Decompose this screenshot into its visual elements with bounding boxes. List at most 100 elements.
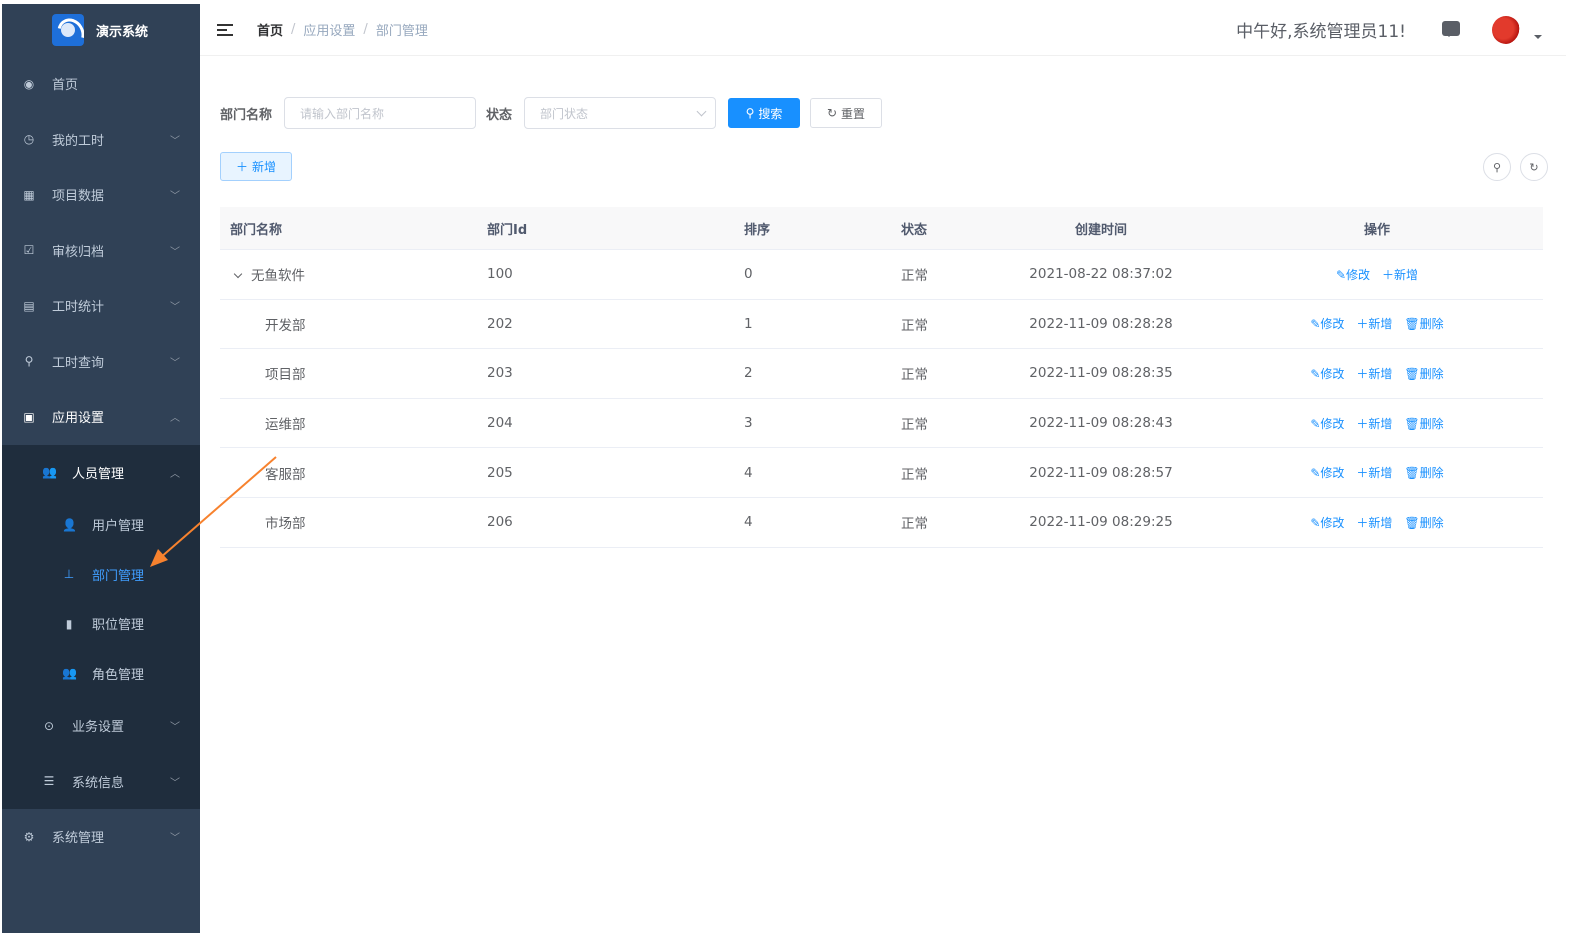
delete-button[interactable]: 🗑删除 xyxy=(1404,514,1443,531)
chevron-down-icon: ﹀ xyxy=(170,135,180,147)
add-label: 新增 xyxy=(1368,317,1393,332)
sidebar-item-my-hours[interactable]: ◷ 我的工时 ﹀ xyxy=(2,112,200,168)
cell-status: 正常 xyxy=(901,317,928,334)
sidebar-item-hour-query[interactable]: ⚲ 工时查询 ﹀ xyxy=(2,334,200,390)
search-button[interactable]: ⚲ 搜索 xyxy=(728,98,801,128)
edit-label: 修改 xyxy=(1320,416,1345,431)
sidebar-item-system[interactable]: ⚙ 系统管理 ﹀ xyxy=(2,809,200,865)
post-icon: ▮ xyxy=(65,616,73,631)
add-child-button[interactable]: ＋新增 xyxy=(1356,514,1392,531)
cell-time: 2022-11-09 08:28:28 xyxy=(1029,315,1173,332)
edit-icon: ✎ xyxy=(1310,466,1321,481)
sidebar-item-people[interactable]: 👥 人员管理 ︿ xyxy=(2,444,200,500)
reset-button[interactable]: ↻ 重置 xyxy=(810,98,883,128)
edit-button[interactable]: ✎修改 xyxy=(1310,464,1344,481)
cell-sort: 1 xyxy=(744,315,753,332)
add-label: 新增 xyxy=(1368,366,1393,381)
chevron-down-icon: ﹀ xyxy=(170,833,180,845)
add-button[interactable]: ＋ 新增 xyxy=(220,152,292,181)
trash-icon: 🗑 xyxy=(1404,515,1420,530)
edit-icon: ✎ xyxy=(1310,317,1321,332)
table-row: 市场部 206 4 正常 2022-11-09 08:29:25 ✎修改 ＋新增… xyxy=(220,498,1543,548)
hamburger-icon[interactable] xyxy=(217,23,233,36)
chevron-down-icon: ﹀ xyxy=(170,246,180,258)
dept-name-input[interactable]: 请输入部门名称 xyxy=(284,97,477,129)
cell-sort: 4 xyxy=(744,464,753,481)
submenu-app-settings: 👥 人员管理 ︿ 👤 用户管理 ⊥ 部门管理 ▮ 职位管理 👥 角色管理 ⊙ 业… xyxy=(2,444,200,809)
cell-name: 开发部 xyxy=(265,317,306,334)
delete-button[interactable]: 🗑删除 xyxy=(1404,464,1443,481)
cell-time: 2022-11-09 08:28:57 xyxy=(1029,464,1173,481)
logo-icon xyxy=(52,14,84,46)
department-table: 部门名称 部门Id 排序 状态 创建时间 操作 无鱼软件 100 0 正常 20… xyxy=(220,207,1543,548)
edit-label: 修改 xyxy=(1320,366,1345,381)
edit-button[interactable]: ✎修改 xyxy=(1310,415,1344,432)
status-select[interactable]: 部门状态 xyxy=(524,97,717,129)
refresh-button[interactable]: ↻ xyxy=(1520,153,1548,181)
navbar: 首页 / 应用设置 / 部门管理 中午好,系统管理员11! xyxy=(200,4,1566,56)
chevron-down-icon xyxy=(696,106,707,117)
sidebar-item-departments[interactable]: ⊥ 部门管理 xyxy=(2,549,200,599)
breadcrumb: 首页 / 应用设置 / 部门管理 xyxy=(257,20,428,39)
sidebar-item-home[interactable]: ◉ 首页 xyxy=(2,56,200,112)
sidebar-item-audit[interactable]: ☑ 审核归档 ﹀ xyxy=(2,223,200,279)
sidebar-item-label: 系统管理 xyxy=(52,831,105,847)
sidebar-item-hour-stats[interactable]: ▤ 工时统计 ﹀ xyxy=(2,278,200,334)
plus-icon: ＋ xyxy=(1356,317,1369,332)
cell-ops: ✎修改 ＋新增 🗑删除 xyxy=(1211,315,1543,332)
cell-sort: 2 xyxy=(744,365,753,382)
edit-button[interactable]: ✎修改 xyxy=(1310,514,1344,531)
expand-icon[interactable] xyxy=(233,270,243,279)
add-child-button[interactable]: ＋新增 xyxy=(1356,415,1392,432)
cell-name: 项目部 xyxy=(265,367,306,384)
cell-status: 正常 xyxy=(901,268,928,285)
sidebar-item-project-data[interactable]: ▦ 项目数据 ﹀ xyxy=(2,167,200,223)
edit-button[interactable]: ✎修改 xyxy=(1310,315,1344,332)
delete-button[interactable]: 🗑删除 xyxy=(1404,415,1443,432)
cell-id: 202 xyxy=(487,315,513,332)
add-label: 新增 xyxy=(1368,416,1393,431)
sidebar-item-sysinfo[interactable]: ☰ 系统信息 ﹀ xyxy=(2,753,200,809)
checkbox-icon: ☑ xyxy=(23,243,35,258)
edit-label: 修改 xyxy=(1346,267,1371,282)
add-label: 新增 xyxy=(1368,515,1393,530)
sidebar-item-app-settings[interactable]: ▣ 应用设置 ︿ xyxy=(2,389,200,445)
toggle-search-button[interactable]: ⚲ xyxy=(1483,153,1511,181)
cell-time: 2021-08-22 08:37:02 xyxy=(1029,266,1173,283)
search-icon: ⚲ xyxy=(745,106,755,120)
sidebar-item-label: 工时查询 xyxy=(52,355,105,371)
caret-down-icon[interactable] xyxy=(1534,35,1542,43)
add-child-button[interactable]: ＋新增 xyxy=(1356,365,1392,382)
header-create-time: 创建时间 xyxy=(1074,222,1127,238)
chart-icon: ▤ xyxy=(23,298,35,313)
breadcrumb-app-settings[interactable]: 应用设置 xyxy=(303,20,355,39)
delete-button[interactable]: 🗑删除 xyxy=(1404,365,1443,382)
delete-label: 删除 xyxy=(1419,317,1444,332)
sidebar-item-label: 部门管理 xyxy=(92,568,145,584)
dept-name: 无鱼软件 xyxy=(251,268,305,285)
message-icon[interactable] xyxy=(1442,21,1460,37)
status-label: 状态 xyxy=(486,107,513,123)
header-dept-id: 部门Id xyxy=(487,222,528,238)
delete-button[interactable]: 🗑删除 xyxy=(1404,315,1443,332)
add-child-button[interactable]: ＋新增 xyxy=(1356,464,1392,481)
logo[interactable]: 演示系统 xyxy=(2,4,200,56)
add-child-button[interactable]: ＋新增 xyxy=(1356,315,1392,332)
cell-id: 205 xyxy=(487,464,513,481)
add-child-button[interactable]: ＋新增 xyxy=(1382,266,1418,283)
chevron-down-icon: ﹀ xyxy=(170,302,180,314)
sidebar-item-users[interactable]: 👤 用户管理 xyxy=(2,500,200,550)
sidebar-item-roles[interactable]: 👥 角色管理 xyxy=(2,648,200,698)
avatar[interactable] xyxy=(1492,16,1520,44)
sidebar-item-label: 用户管理 xyxy=(92,519,145,535)
delete-label: 删除 xyxy=(1419,416,1444,431)
edit-label: 修改 xyxy=(1320,317,1345,332)
edit-button[interactable]: ✎修改 xyxy=(1310,365,1344,382)
sidebar-item-label: 项目数据 xyxy=(52,189,105,205)
sidebar-item-posts[interactable]: ▮ 职位管理 xyxy=(2,599,200,649)
sidebar-item-label: 职位管理 xyxy=(92,618,145,634)
cell-ops: ✎修改 ＋新增 🗑删除 xyxy=(1211,415,1543,432)
breadcrumb-home[interactable]: 首页 xyxy=(257,20,283,39)
sidebar-item-business[interactable]: ⊙ 业务设置 ﹀ xyxy=(2,698,200,754)
edit-button[interactable]: ✎修改 xyxy=(1336,266,1370,283)
